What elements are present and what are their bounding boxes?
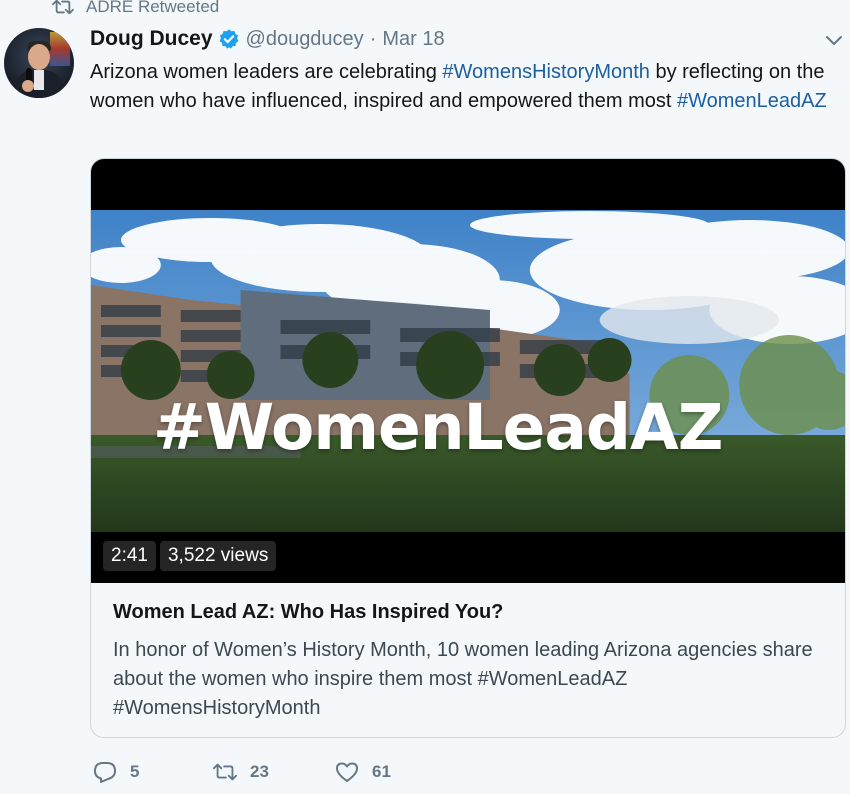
retweet-context[interactable]: ADRE Retweeted: [52, 0, 219, 17]
link-card[interactable]: #WomenLeadAZ 2:41 3,522 views Women Lead…: [90, 158, 846, 738]
video-thumbnail: [91, 210, 845, 532]
video-badges: 2:41 3,522 views: [103, 541, 277, 571]
verified-badge-icon: [219, 29, 238, 49]
card-title[interactable]: Women Lead AZ: Who Has Inspired You?: [113, 601, 823, 624]
tweet-text-part1: Arizona women leaders are celebrating: [90, 61, 443, 83]
tweet-header: Doug Ducey @dougducey · Mar 18: [90, 27, 445, 51]
tweet-date[interactable]: Mar 18: [382, 28, 444, 51]
video-player[interactable]: #WomenLeadAZ 2:41 3,522 views: [91, 159, 845, 583]
like-count: 61: [372, 762, 391, 781]
tweet-text: Arizona women leaders are celebrating #W…: [90, 58, 840, 116]
author-name[interactable]: Doug Ducey: [90, 27, 213, 51]
retweet-icon: [212, 763, 238, 781]
heart-icon: [336, 762, 358, 782]
card-description: In honor of Women’s History Month, 10 wo…: [113, 639, 813, 719]
like-button[interactable]: 61: [334, 760, 391, 784]
card-body[interactable]: Women Lead AZ: Who Has Inspired You? In …: [113, 601, 823, 723]
author-handle[interactable]: @dougducey: [246, 28, 364, 51]
avatar[interactable]: [4, 28, 74, 98]
hashtag-link[interactable]: #WomenLeadAZ: [677, 90, 827, 112]
retweet-button[interactable]: 23: [212, 760, 334, 784]
video-duration: 2:41: [103, 541, 156, 571]
video-views: 3,522 views: [159, 541, 277, 571]
reply-icon: [94, 762, 116, 783]
hashtag-link[interactable]: #WomensHistoryMonth: [442, 61, 649, 83]
reply-button[interactable]: 5: [92, 760, 212, 784]
tweet-actions: 5 23 61: [92, 760, 391, 784]
separator-dot: ·: [369, 27, 377, 50]
video-overlay-title: #WomenLeadAZ: [153, 391, 723, 464]
reply-count: 5: [130, 762, 140, 781]
retweet-count: 23: [250, 762, 269, 781]
retweet-context-label: ADRE Retweeted: [86, 0, 220, 16]
retweet-icon: [52, 0, 74, 15]
chevron-down-icon[interactable]: [824, 34, 844, 48]
